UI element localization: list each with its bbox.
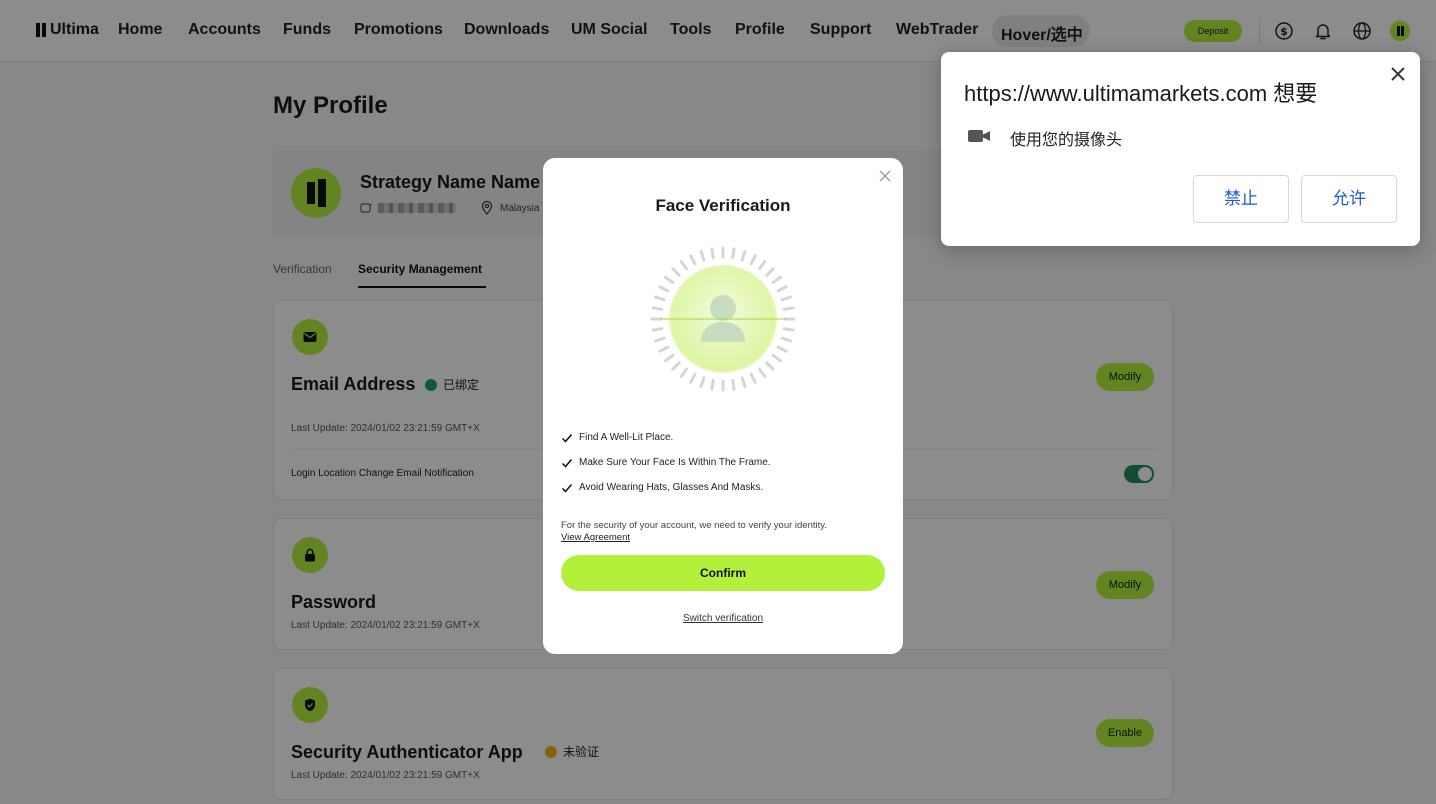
scan-tick <box>689 254 697 266</box>
scan-tick <box>771 353 782 363</box>
camera-icon <box>968 130 990 142</box>
scan-tick <box>771 275 782 285</box>
tip-row: Make Sure Your Face Is Within The Frame. <box>561 450 771 475</box>
tip-row: Find A Well-Lit Place. <box>561 425 771 450</box>
scan-tick <box>710 247 715 260</box>
check-icon <box>561 433 573 443</box>
tip-row: Avoid Wearing Hats, Glasses And Masks. <box>561 475 771 500</box>
face-scan-frame-icon <box>650 246 796 392</box>
scan-tick <box>710 378 715 391</box>
scan-tick <box>653 295 666 302</box>
scan-tick <box>671 267 681 277</box>
view-agreement-link[interactable]: View Agreement <box>561 532 630 543</box>
scan-tick <box>749 254 757 266</box>
scan-tick <box>740 249 747 262</box>
scan-tick <box>731 378 736 391</box>
confirm-button[interactable]: Confirm <box>561 555 885 591</box>
close-icon[interactable] <box>877 168 893 184</box>
verification-tips: Find A Well-Lit Place. Make Sure Your Fa… <box>561 425 771 500</box>
scan-tick <box>651 327 664 332</box>
scan-tick <box>749 372 757 384</box>
scan-tick <box>757 367 767 378</box>
scan-tick <box>765 267 775 277</box>
tip-text: Avoid Wearing Hats, Glasses And Masks. <box>579 482 764 493</box>
scan-tick <box>671 361 681 371</box>
scan-tick <box>780 295 793 302</box>
security-note: For the security of your account, we nee… <box>561 520 827 531</box>
scan-tick <box>651 306 664 311</box>
scan-tick <box>731 247 736 260</box>
check-icon <box>561 458 573 468</box>
face-verification-modal: Face Verification Find A Well-Lit Place.… <box>543 158 903 654</box>
block-button[interactable]: 禁止 <box>1193 175 1289 223</box>
scan-tick <box>699 376 706 389</box>
scan-tick <box>776 345 788 353</box>
scan-tick <box>653 336 666 343</box>
scan-tick <box>740 376 747 389</box>
scan-tick <box>658 285 670 293</box>
scan-tick <box>782 327 795 332</box>
scan-tick <box>689 372 697 384</box>
permission-description: 使用您的摄像头 <box>1010 132 1123 149</box>
camera-permission-popup: https://www.ultimamarkets.com 想要 使用您的摄像头… <box>941 52 1420 246</box>
scan-tick <box>780 336 793 343</box>
check-icon <box>561 483 573 493</box>
scan-tick <box>658 345 670 353</box>
scan-tick <box>664 275 675 285</box>
scan-tick <box>679 260 689 271</box>
tip-text: Make Sure Your Face Is Within The Frame. <box>579 457 771 468</box>
scan-tick <box>765 361 775 371</box>
close-icon[interactable] <box>1390 66 1406 82</box>
allow-button[interactable]: 允许 <box>1301 175 1397 223</box>
scan-tick <box>664 353 675 363</box>
tip-text: Find A Well-Lit Place. <box>579 432 674 443</box>
permission-title: https://www.ultimamarkets.com 想要 <box>964 81 1318 106</box>
scan-tick <box>757 260 767 271</box>
scan-tick <box>699 249 706 262</box>
scan-tick <box>679 367 689 378</box>
modal-title: Face Verification <box>655 196 791 215</box>
scan-tick <box>776 285 788 293</box>
switch-verification-link[interactable]: Switch verification <box>543 613 903 624</box>
scan-tick <box>782 306 795 311</box>
